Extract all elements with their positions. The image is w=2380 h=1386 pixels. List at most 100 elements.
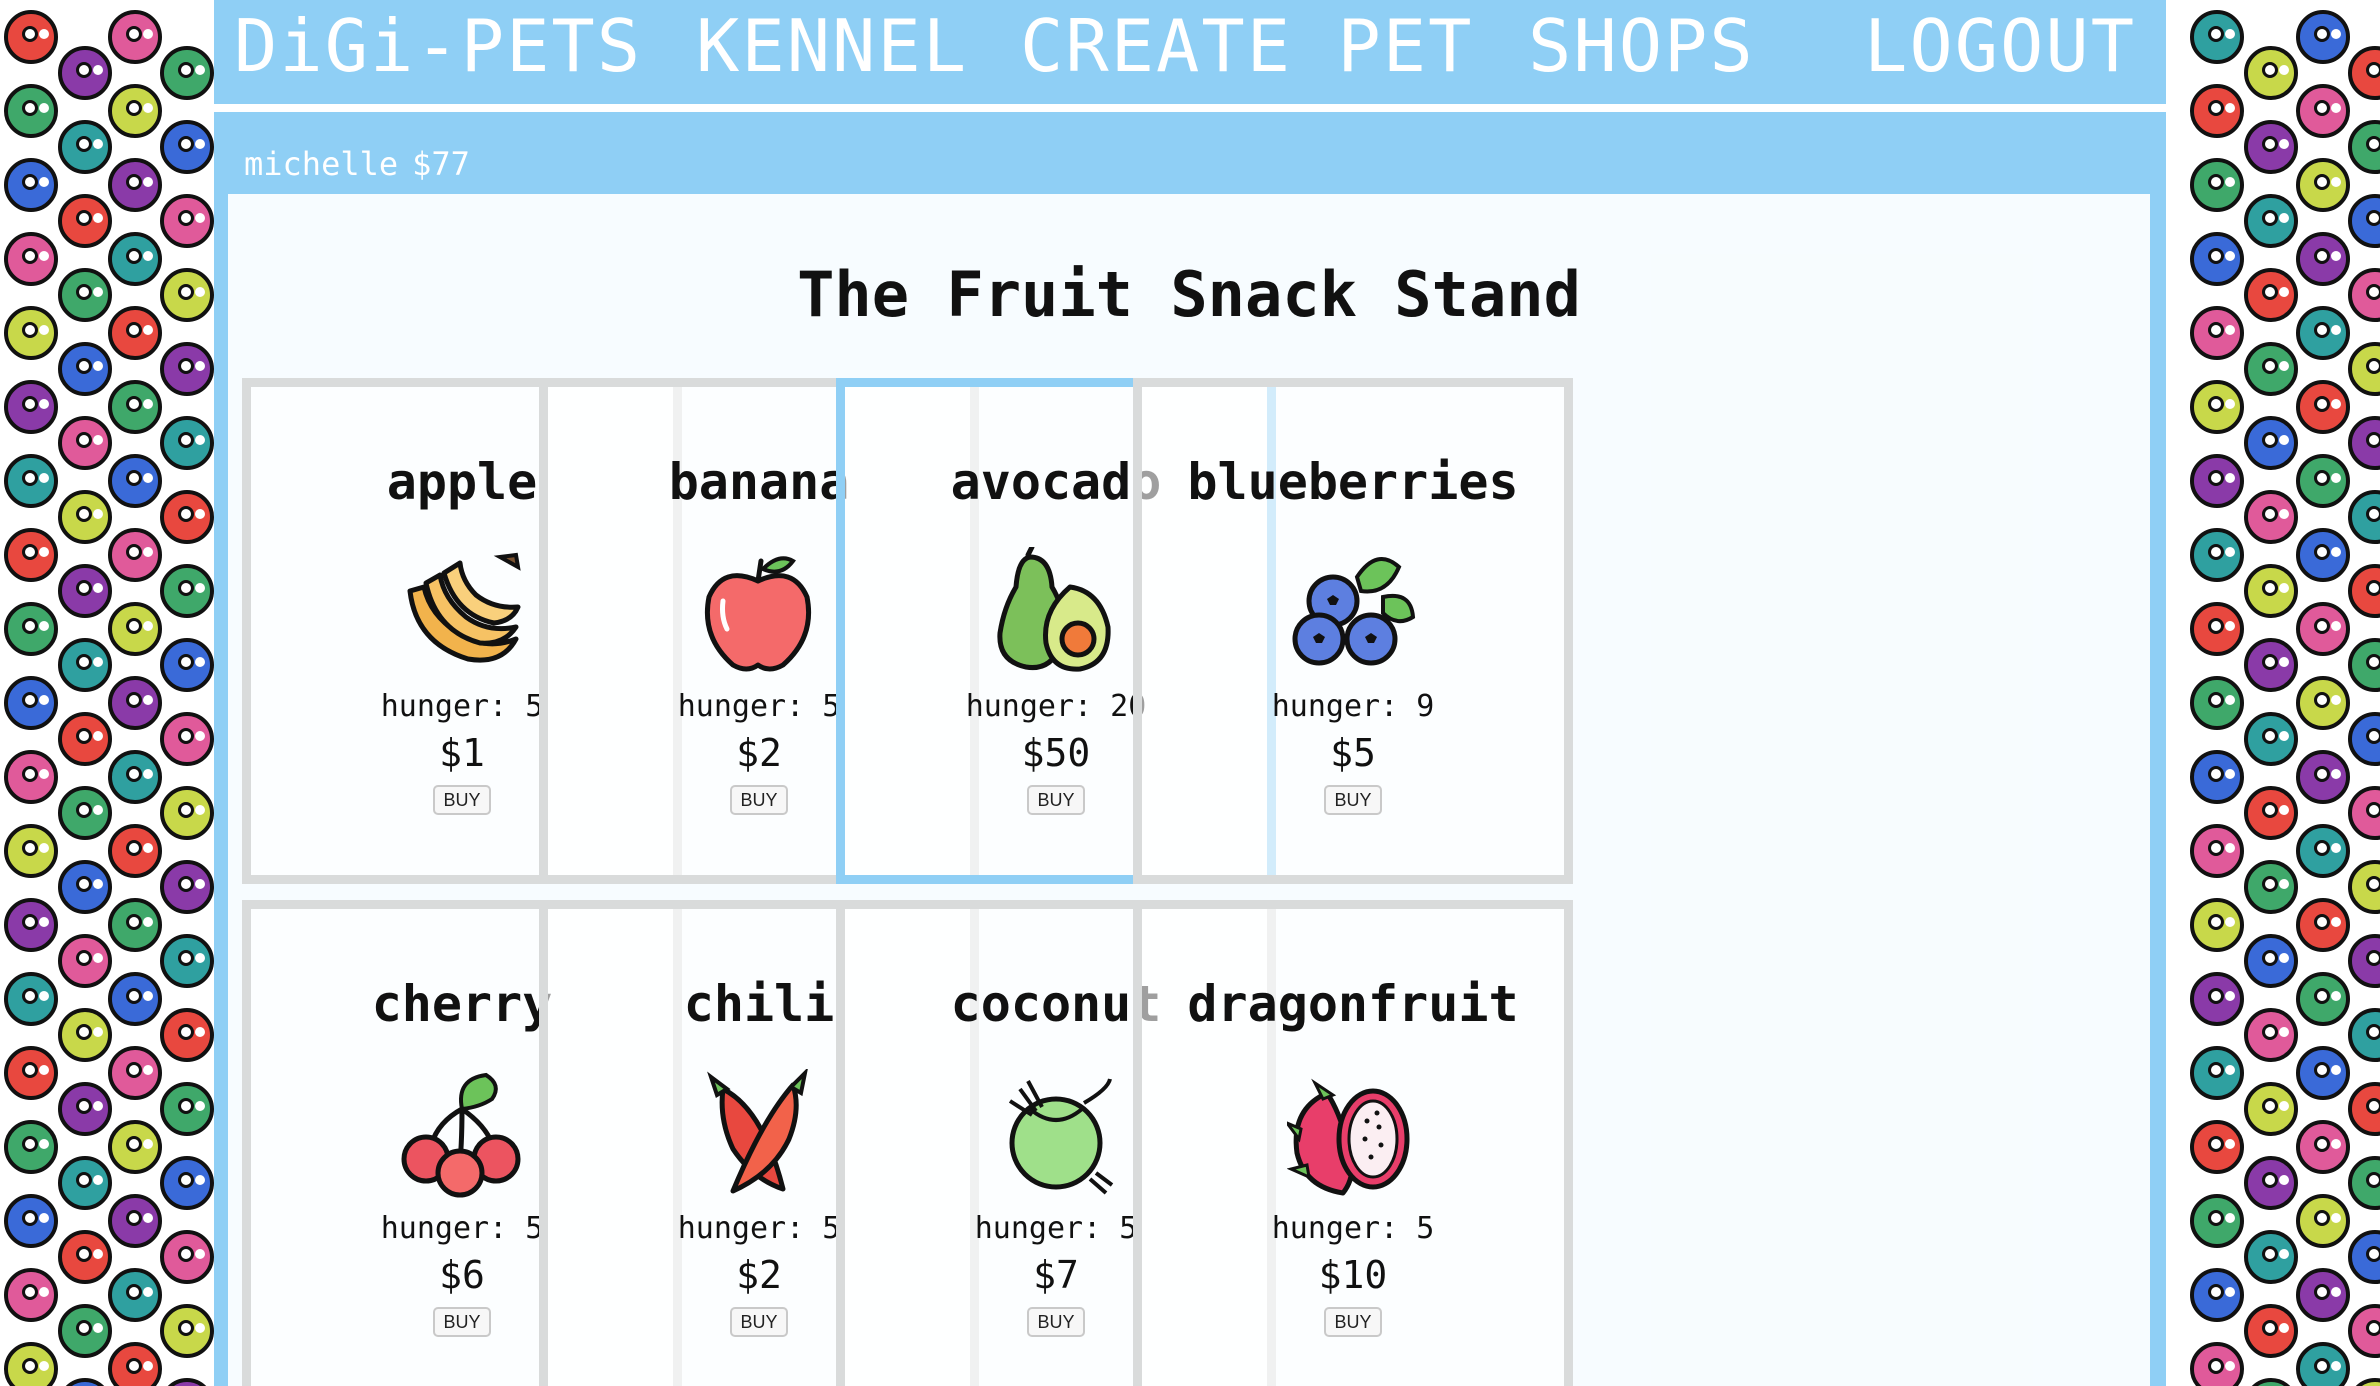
monster-decoration bbox=[4, 84, 58, 138]
monster-decoration bbox=[4, 380, 58, 434]
monster-decoration bbox=[2296, 750, 2350, 804]
monster-decoration bbox=[108, 454, 162, 508]
monster-decoration bbox=[4, 528, 58, 582]
monster-decoration bbox=[108, 1120, 162, 1174]
monster-decoration bbox=[2244, 268, 2298, 322]
buy-button[interactable]: BUY bbox=[433, 785, 491, 815]
monster-decoration bbox=[2348, 1082, 2380, 1136]
user-balance: $77 bbox=[412, 145, 470, 183]
monster-decoration bbox=[2190, 1268, 2244, 1322]
monster-decoration bbox=[108, 528, 162, 582]
monster-decoration bbox=[2190, 1342, 2244, 1386]
monster-decoration bbox=[4, 750, 58, 804]
monster-decoration bbox=[4, 824, 58, 878]
monster-decoration bbox=[160, 268, 214, 322]
buy-button[interactable]: BUY bbox=[1324, 1307, 1382, 1337]
blueberries-icon bbox=[1292, 557, 1416, 666]
monster-decoration bbox=[2190, 232, 2244, 286]
monster-decoration bbox=[4, 676, 58, 730]
monster-decoration bbox=[2296, 454, 2350, 508]
monster-decoration bbox=[2244, 564, 2298, 618]
shop-item-card: blueberries hunger: 9 $5 BUY bbox=[1133, 378, 1573, 884]
monster-decoration bbox=[58, 268, 112, 322]
dragonfruit-icon bbox=[1287, 1078, 1410, 1196]
monster-decoration bbox=[2244, 638, 2298, 692]
monster-decoration bbox=[2296, 1120, 2350, 1174]
item-name: dragonfruit bbox=[1187, 975, 1519, 1033]
monster-decoration bbox=[2348, 1156, 2380, 1210]
monster-decoration bbox=[160, 712, 214, 766]
monster-decoration bbox=[58, 934, 112, 988]
buy-button[interactable]: BUY bbox=[1027, 1307, 1085, 1337]
monster-decoration bbox=[2190, 824, 2244, 878]
monster-decoration bbox=[2244, 416, 2298, 470]
monster-decoration bbox=[2296, 1268, 2350, 1322]
monster-decoration bbox=[2244, 786, 2298, 840]
monster-decoration bbox=[2296, 380, 2350, 434]
monster-decoration bbox=[58, 1008, 112, 1062]
monster-decoration bbox=[2296, 232, 2350, 286]
apple-icon bbox=[704, 556, 812, 672]
monster-decoration bbox=[2296, 1342, 2350, 1386]
monster-decoration bbox=[2244, 712, 2298, 766]
monster-decoration bbox=[58, 860, 112, 914]
monster-decoration bbox=[2348, 786, 2380, 840]
monster-decoration bbox=[4, 306, 58, 360]
chili-icon bbox=[707, 1069, 808, 1194]
monster-decoration bbox=[160, 786, 214, 840]
nav-logout-link[interactable]: LOGOUT bbox=[1864, 4, 2136, 88]
monster-decoration bbox=[108, 972, 162, 1026]
coconut-icon bbox=[1008, 1078, 1114, 1195]
monster-decoration bbox=[108, 232, 162, 286]
monster-decoration bbox=[4, 158, 58, 212]
monster-decoration bbox=[2348, 1378, 2380, 1386]
monster-decoration bbox=[2244, 120, 2298, 174]
buy-button[interactable]: BUY bbox=[730, 1307, 788, 1337]
monster-decoration bbox=[2190, 1194, 2244, 1248]
monster-decoration bbox=[2244, 194, 2298, 248]
nav-brand-link[interactable]: DiGi-PETS bbox=[234, 4, 642, 88]
monster-decoration bbox=[2348, 860, 2380, 914]
monster-decoration bbox=[160, 1230, 214, 1284]
monster-decoration bbox=[160, 934, 214, 988]
monster-decoration bbox=[4, 1342, 58, 1386]
monster-decoration bbox=[108, 824, 162, 878]
monster-decoration bbox=[58, 416, 112, 470]
monster-decoration bbox=[2348, 712, 2380, 766]
buy-button[interactable]: BUY bbox=[1027, 785, 1085, 815]
user-info-bar: michelle $77 bbox=[244, 144, 470, 184]
monster-decoration bbox=[108, 602, 162, 656]
buy-button[interactable]: BUY bbox=[433, 1307, 491, 1337]
monster-decoration bbox=[2296, 824, 2350, 878]
buy-button[interactable]: BUY bbox=[1324, 785, 1382, 815]
nav-create-pet-link[interactable]: CREATE PET bbox=[1020, 4, 1473, 88]
monster-decoration bbox=[108, 750, 162, 804]
monster-decoration bbox=[2190, 528, 2244, 582]
monster-decoration bbox=[4, 1120, 58, 1174]
monster-decoration bbox=[108, 1046, 162, 1100]
shop-content: The Fruit Snack Stand apple hunger: 5 $1… bbox=[228, 194, 2150, 1386]
monster-decoration bbox=[108, 898, 162, 952]
monster-decoration bbox=[2296, 1046, 2350, 1100]
monster-decoration bbox=[4, 898, 58, 952]
item-hunger: hunger: 9 bbox=[1271, 689, 1435, 724]
monster-decoration bbox=[2190, 158, 2244, 212]
monster-decoration bbox=[108, 306, 162, 360]
monster-decoration bbox=[2190, 1046, 2244, 1100]
monster-decoration bbox=[2348, 416, 2380, 470]
monster-decoration bbox=[2190, 380, 2244, 434]
monster-decoration bbox=[2348, 1230, 2380, 1284]
monster-decoration bbox=[2244, 342, 2298, 396]
shop-item-card: dragonfruit hunger: 5 $10 BUY bbox=[1133, 900, 1573, 1386]
monster-decoration bbox=[4, 1046, 58, 1100]
buy-button[interactable]: BUY bbox=[730, 785, 788, 815]
monster-decoration bbox=[160, 638, 214, 692]
item-name: blueberries bbox=[1187, 453, 1519, 511]
monster-decoration bbox=[108, 1268, 162, 1322]
monster-decoration bbox=[160, 46, 214, 100]
nav-shops-link[interactable]: SHOPS bbox=[1528, 4, 1755, 88]
monster-decoration bbox=[2348, 1304, 2380, 1358]
nav-kennel-link[interactable]: KENNEL bbox=[696, 4, 968, 88]
monster-decoration bbox=[2244, 860, 2298, 914]
monster-decoration bbox=[58, 1304, 112, 1358]
